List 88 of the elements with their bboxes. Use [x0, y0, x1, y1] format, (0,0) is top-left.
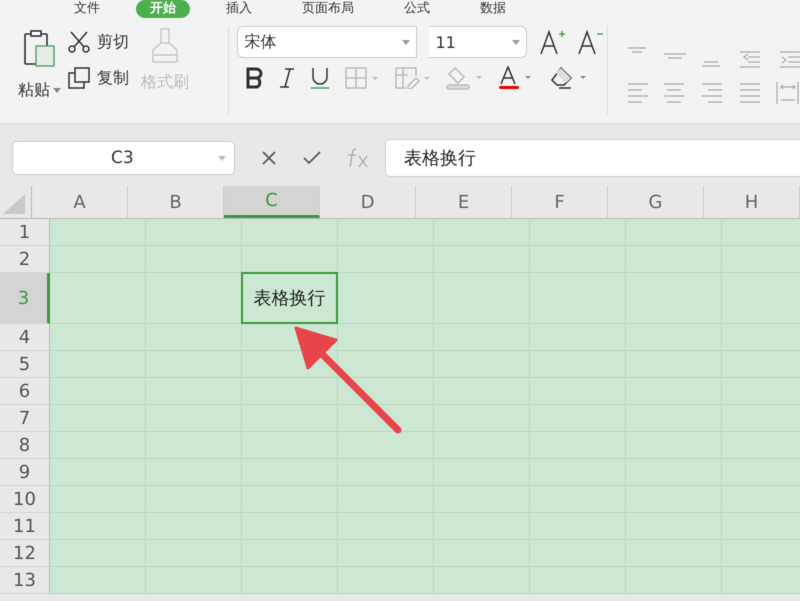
sheet-cell[interactable]: [50, 405, 146, 432]
sheet-cell[interactable]: [50, 567, 146, 594]
sheet-cell[interactable]: [338, 432, 434, 459]
sheet-cell[interactable]: [626, 567, 722, 594]
sheet-cell[interactable]: [50, 219, 146, 246]
sheet-cell[interactable]: [338, 219, 434, 246]
row-header[interactable]: 6: [0, 378, 50, 405]
sheet-cell[interactable]: [338, 405, 434, 432]
caret-icon[interactable]: [53, 88, 61, 93]
sheet-cell[interactable]: [50, 432, 146, 459]
row-header[interactable]: 1: [0, 219, 50, 246]
sheet-cell[interactable]: [146, 246, 242, 273]
row-header[interactable]: 4: [0, 324, 50, 351]
column-header[interactable]: E: [416, 186, 512, 218]
sheet-cell[interactable]: [338, 378, 434, 405]
caret-icon[interactable]: [512, 40, 520, 44]
column-header[interactable]: D: [320, 186, 416, 218]
sheet-cell[interactable]: [242, 246, 338, 273]
active-cell[interactable]: 表格换行: [241, 272, 338, 324]
row-header[interactable]: 12: [0, 540, 50, 567]
sheet-cell[interactable]: [146, 219, 242, 246]
sheet-cell[interactable]: [530, 219, 626, 246]
row-header[interactable]: 13: [0, 567, 50, 594]
sheet-cell[interactable]: [146, 273, 242, 324]
row-header[interactable]: 9: [0, 459, 50, 486]
scissors-icon[interactable]: [67, 30, 91, 54]
sheet-cell[interactable]: [146, 567, 242, 594]
row-header[interactable]: 11: [0, 513, 50, 540]
sheet-cell[interactable]: [50, 513, 146, 540]
sheet-cell[interactable]: [50, 459, 146, 486]
column-header[interactable]: F: [512, 186, 608, 218]
caret-icon[interactable]: [402, 40, 410, 44]
sheet-cell[interactable]: [50, 378, 146, 405]
copy-icon[interactable]: [67, 66, 91, 90]
sheet-cell[interactable]: [338, 273, 434, 324]
column-header[interactable]: G: [608, 186, 704, 218]
eraser-icon[interactable]: [549, 66, 588, 90]
sheet-cell[interactable]: [434, 567, 530, 594]
sheet-cell[interactable]: [50, 540, 146, 567]
checkmark-icon[interactable]: [303, 151, 321, 165]
row-header[interactable]: 5: [0, 351, 50, 378]
sheet-cell[interactable]: [50, 324, 146, 351]
sheet-cell[interactable]: [626, 219, 722, 246]
menu-tab[interactable]: 数据: [466, 0, 520, 18]
caret-icon[interactable]: [218, 156, 226, 160]
increase-font-icon[interactable]: [539, 29, 566, 55]
sheet-cell[interactable]: [722, 567, 800, 594]
formula-field[interactable]: 表格换行: [385, 139, 800, 177]
italic-icon[interactable]: [279, 67, 296, 89]
column-header[interactable]: A: [32, 186, 128, 218]
sheet-cell[interactable]: [50, 351, 146, 378]
sheet-cell[interactable]: [50, 246, 146, 273]
underline-icon[interactable]: [309, 66, 332, 90]
sheet-cell[interactable]: [242, 219, 338, 246]
cell-style-icon[interactable]: [395, 67, 432, 89]
fill-color-icon[interactable]: [445, 66, 484, 90]
decrease-font-icon[interactable]: [577, 29, 604, 55]
sheet-cell[interactable]: [338, 324, 434, 351]
menu-tab[interactable]: 页面布局: [288, 0, 368, 18]
sheet-cell[interactable]: [242, 567, 338, 594]
menu-tab[interactable]: 文件: [60, 0, 114, 18]
sheet-cell[interactable]: [434, 219, 530, 246]
row-header[interactable]: 7: [0, 405, 50, 432]
row-header[interactable]: 10: [0, 486, 50, 513]
name-box[interactable]: C3: [12, 141, 235, 175]
sheet-cell[interactable]: [338, 246, 434, 273]
copy-button[interactable]: 复制: [97, 68, 129, 88]
sheet-cell[interactable]: [338, 351, 434, 378]
paste-button[interactable]: 粘贴: [18, 80, 50, 101]
sheet-cell[interactable]: [50, 273, 146, 324]
sheet-cell[interactable]: [722, 219, 800, 246]
sheet-cell[interactable]: [146, 324, 242, 351]
select-all-icon[interactable]: [3, 194, 25, 214]
row-header[interactable]: 8: [0, 432, 50, 459]
sheet-cell[interactable]: [530, 567, 626, 594]
menu-tab[interactable]: 公式: [390, 0, 444, 18]
row-header[interactable]: 2: [0, 246, 50, 273]
column-header[interactable]: H: [704, 186, 800, 218]
sheet-cell[interactable]: [338, 567, 434, 594]
brush-icon[interactable]: [150, 28, 180, 64]
menu-tab[interactable]: 插入: [212, 0, 266, 18]
sheet-cell[interactable]: [50, 486, 146, 513]
cut-button[interactable]: 剪切: [97, 32, 129, 52]
font-name-field[interactable]: 宋体: [237, 26, 418, 58]
cancel-icon[interactable]: [261, 150, 277, 166]
bold-icon[interactable]: [245, 67, 266, 89]
sheet-cell[interactable]: [242, 378, 338, 405]
font-size-field[interactable]: 11: [429, 26, 528, 58]
